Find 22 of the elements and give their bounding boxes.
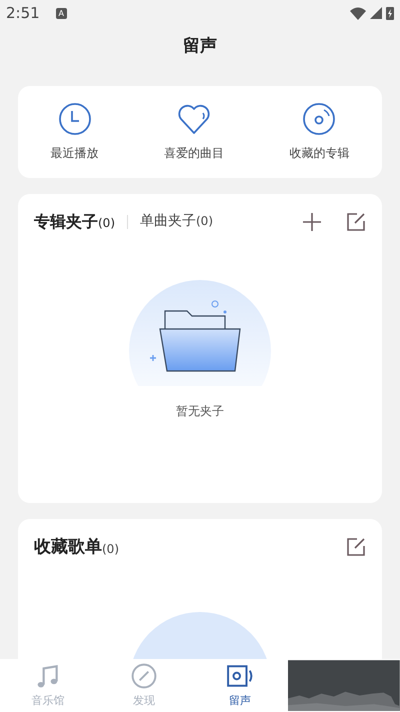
- playlist-count: (0): [102, 541, 119, 558]
- radio-icon: [227, 663, 254, 689]
- status-time: 2:51: [6, 2, 40, 24]
- signal-icon: [370, 7, 382, 19]
- shortcut-button[interactable]: 收藏的专辑: [289, 102, 350, 162]
- section-title: 收藏歌单: [34, 536, 102, 558]
- folder-tab[interactable]: 单曲夹子(0): [140, 211, 213, 232]
- edit-icon[interactable]: [346, 537, 366, 558]
- folder-tab[interactable]: 专辑夹子(0): [34, 210, 115, 234]
- shortcut-button[interactable]: 喜爱的曲目: [164, 102, 224, 162]
- empty-message: 暂无夹子: [176, 402, 224, 420]
- battery-icon: [386, 6, 394, 20]
- notification-icon: A: [56, 8, 67, 18]
- clock-icon: [58, 102, 92, 136]
- page-title: 留声: [182, 35, 218, 58]
- compass-icon: [131, 663, 158, 689]
- nav-tab[interactable]: 留声: [192, 659, 288, 712]
- wifi-icon: [350, 6, 366, 20]
- shortcut-button[interactable]: 最近播放: [50, 102, 99, 162]
- disc-icon: [302, 102, 336, 136]
- add-icon[interactable]: [302, 212, 322, 232]
- edit-icon[interactable]: [346, 212, 366, 232]
